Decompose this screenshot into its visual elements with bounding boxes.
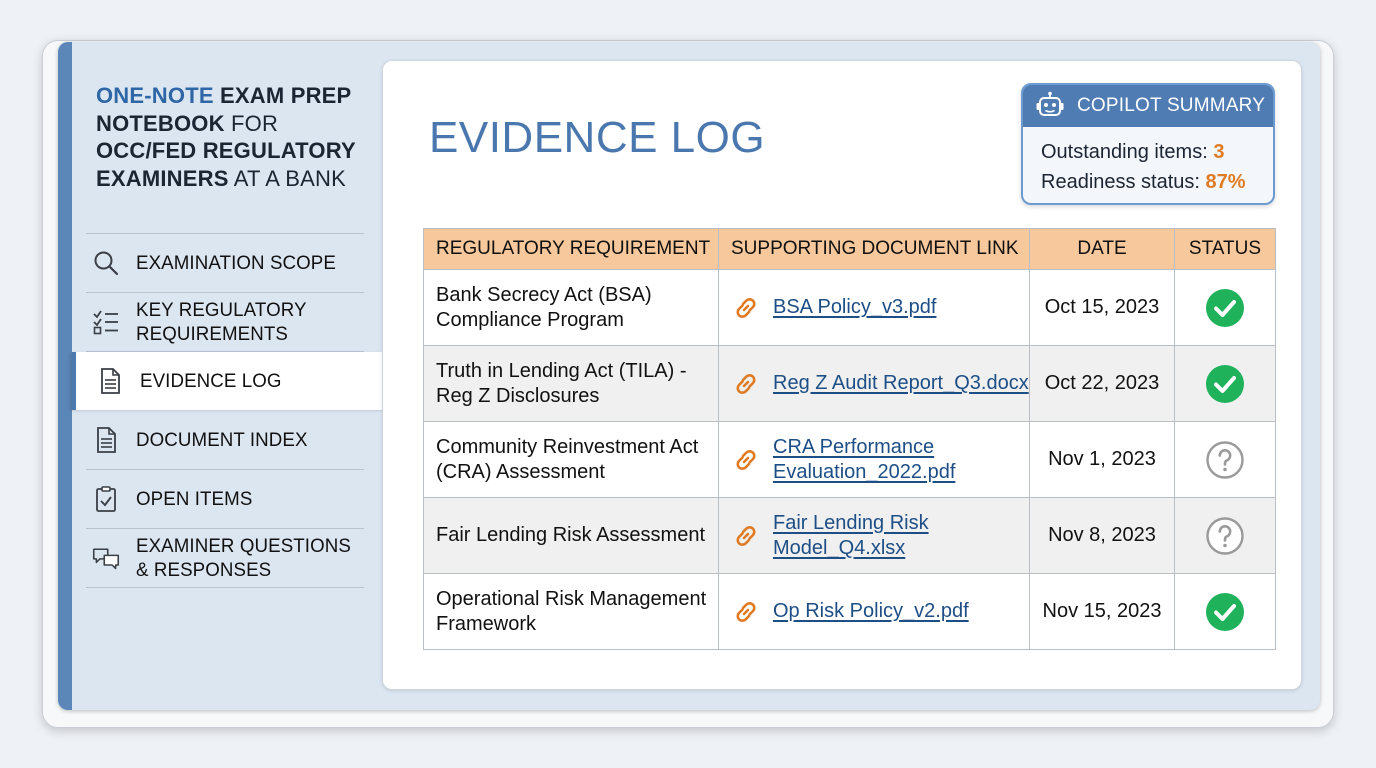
section-nav: Examination Scope Key Regulatory Require… [72, 233, 410, 588]
section-color-strip [58, 42, 72, 710]
status-cell [1174, 497, 1276, 574]
nav-item-label: Examiner Questions & Responses [136, 535, 351, 581]
requirement-cell: Truth in Lending Act (TILA) - Reg Z Disc… [423, 345, 719, 422]
table-header-row: Regulatory Requirement Supporting Docume… [423, 228, 1276, 270]
document-link-text: CRA Performance Evaluation_2022.pdf [773, 435, 956, 483]
status-cell [1174, 269, 1276, 346]
nav-item-open-items[interactable]: Open Items [86, 470, 364, 528]
date-cell: Oct 22, 2023 [1029, 345, 1175, 422]
status-cell [1174, 573, 1276, 650]
document-icon [92, 426, 120, 454]
table-row: Operational Risk Management Framework Op … [423, 573, 1276, 650]
nav-item-examination-scope[interactable]: Examination Scope [86, 234, 364, 292]
pending-question-icon [1206, 516, 1244, 555]
complete-check-icon [1206, 288, 1244, 327]
document-icon [96, 367, 124, 395]
outstanding-items: Outstanding items: 3 [1041, 141, 1225, 163]
copilot-title: COPILOT SUMMARY [1077, 95, 1266, 116]
document-link-cell: Reg Z Audit Report_Q3.docx [718, 345, 1030, 422]
clipboard-check-icon [92, 485, 120, 513]
table-row: Truth in Lending Act (TILA) - Reg Z Disc… [423, 345, 1276, 422]
nav-item-examiner-questions[interactable]: Examiner Questions & Responses [86, 529, 364, 587]
nav-item-label: Open Items [136, 488, 253, 510]
nav-item-label: Evidence Log [140, 370, 282, 392]
notebook-title: One-Note Exam Prep Notebook for OCC/Fed … [96, 83, 356, 191]
nav-item-label: Examination Scope [136, 252, 336, 274]
status-cell [1174, 421, 1276, 498]
document-link-text: Fair Lending Risk Model_Q4.xlsx [773, 511, 929, 559]
document-link-cell: BSA Policy_v3.pdf [718, 269, 1030, 346]
nav-item-label: Document Index [136, 429, 308, 451]
column-header-document-link: Supporting Document Link [718, 228, 1030, 270]
nav-item-evidence-log[interactable]: Evidence Log [72, 352, 410, 410]
link-icon [736, 297, 756, 318]
requirement-cell: Fair Lending Risk Assessment [423, 497, 719, 574]
document-link[interactable]: BSA Policy_v3.pdf [731, 293, 1029, 323]
date-cell: Nov 8, 2023 [1029, 497, 1175, 574]
evidence-table: Regulatory Requirement Supporting Docume… [423, 228, 1276, 650]
document-link[interactable]: Reg Z Audit Report_Q3.docx [731, 369, 1029, 399]
requirement-cell: Community Reinvestment Act (CRA) Assessm… [423, 421, 719, 498]
document-link-cell: Op Risk Policy_v2.pdf [718, 573, 1030, 650]
copilot-header: COPILOT SUMMARY [1023, 85, 1273, 127]
nav-item-key-regulatory-requirements[interactable]: Key Regulatory Requirements [86, 293, 364, 351]
requirement-cell: Bank Secrecy Act (BSA) Compliance Progra… [423, 269, 719, 346]
document-link[interactable]: Fair Lending Risk Model_Q4.xlsx [731, 511, 1029, 561]
checklist-icon [92, 308, 120, 336]
page-content: Evidence Log COPILOT SUMMARY Outstanding… [382, 60, 1302, 690]
document-link[interactable]: CRA Performance Evaluation_2022.pdf [731, 435, 1029, 485]
pending-question-icon [1206, 440, 1244, 479]
complete-check-icon [1206, 592, 1244, 631]
requirement-cell: Operational Risk Management Framework [423, 573, 719, 650]
readiness-status: Readiness status: 87% [1041, 171, 1246, 193]
column-header-status: Status [1174, 228, 1276, 270]
complete-check-icon [1206, 364, 1244, 403]
document-link-text: Op Risk Policy_v2.pdf [773, 600, 969, 622]
table-row: Fair Lending Risk Assessment Fair Lending… [423, 497, 1276, 574]
link-icon [736, 525, 756, 546]
status-cell [1174, 345, 1276, 422]
document-link[interactable]: Op Risk Policy_v2.pdf [731, 597, 1029, 627]
date-cell: Nov 15, 2023 [1029, 573, 1175, 650]
document-link-text: Reg Z Audit Report_Q3.docx [773, 372, 1029, 394]
chat-bubbles-icon [92, 544, 120, 572]
link-icon [736, 601, 756, 622]
link-icon [736, 449, 756, 470]
nav-item-document-index[interactable]: Document Index [86, 411, 364, 469]
robot-icon [1036, 91, 1064, 116]
date-cell: Nov 1, 2023 [1029, 421, 1175, 498]
document-link-cell: Fair Lending Risk Model_Q4.xlsx [718, 497, 1030, 574]
evidence-table-body: Bank Secrecy Act (BSA) Compliance Progra… [423, 269, 1276, 650]
nav-item-label: Key Regulatory Requirements [136, 299, 307, 345]
column-header-date: Date [1029, 228, 1175, 270]
search-icon [92, 249, 120, 277]
document-link-text: BSA Policy_v3.pdf [773, 296, 937, 318]
table-row: Bank Secrecy Act (BSA) Compliance Progra… [423, 269, 1276, 346]
document-link-cell: CRA Performance Evaluation_2022.pdf [718, 421, 1030, 498]
copilot-summary-panel: COPILOT SUMMARY Outstanding items: 3 Rea… [1021, 83, 1275, 205]
table-row: Community Reinvestment Act (CRA) Assessm… [423, 421, 1276, 498]
column-header-requirement: Regulatory Requirement [423, 228, 719, 270]
date-cell: Oct 15, 2023 [1029, 269, 1175, 346]
page-title: Evidence Log [429, 113, 766, 162]
link-icon [736, 373, 756, 394]
